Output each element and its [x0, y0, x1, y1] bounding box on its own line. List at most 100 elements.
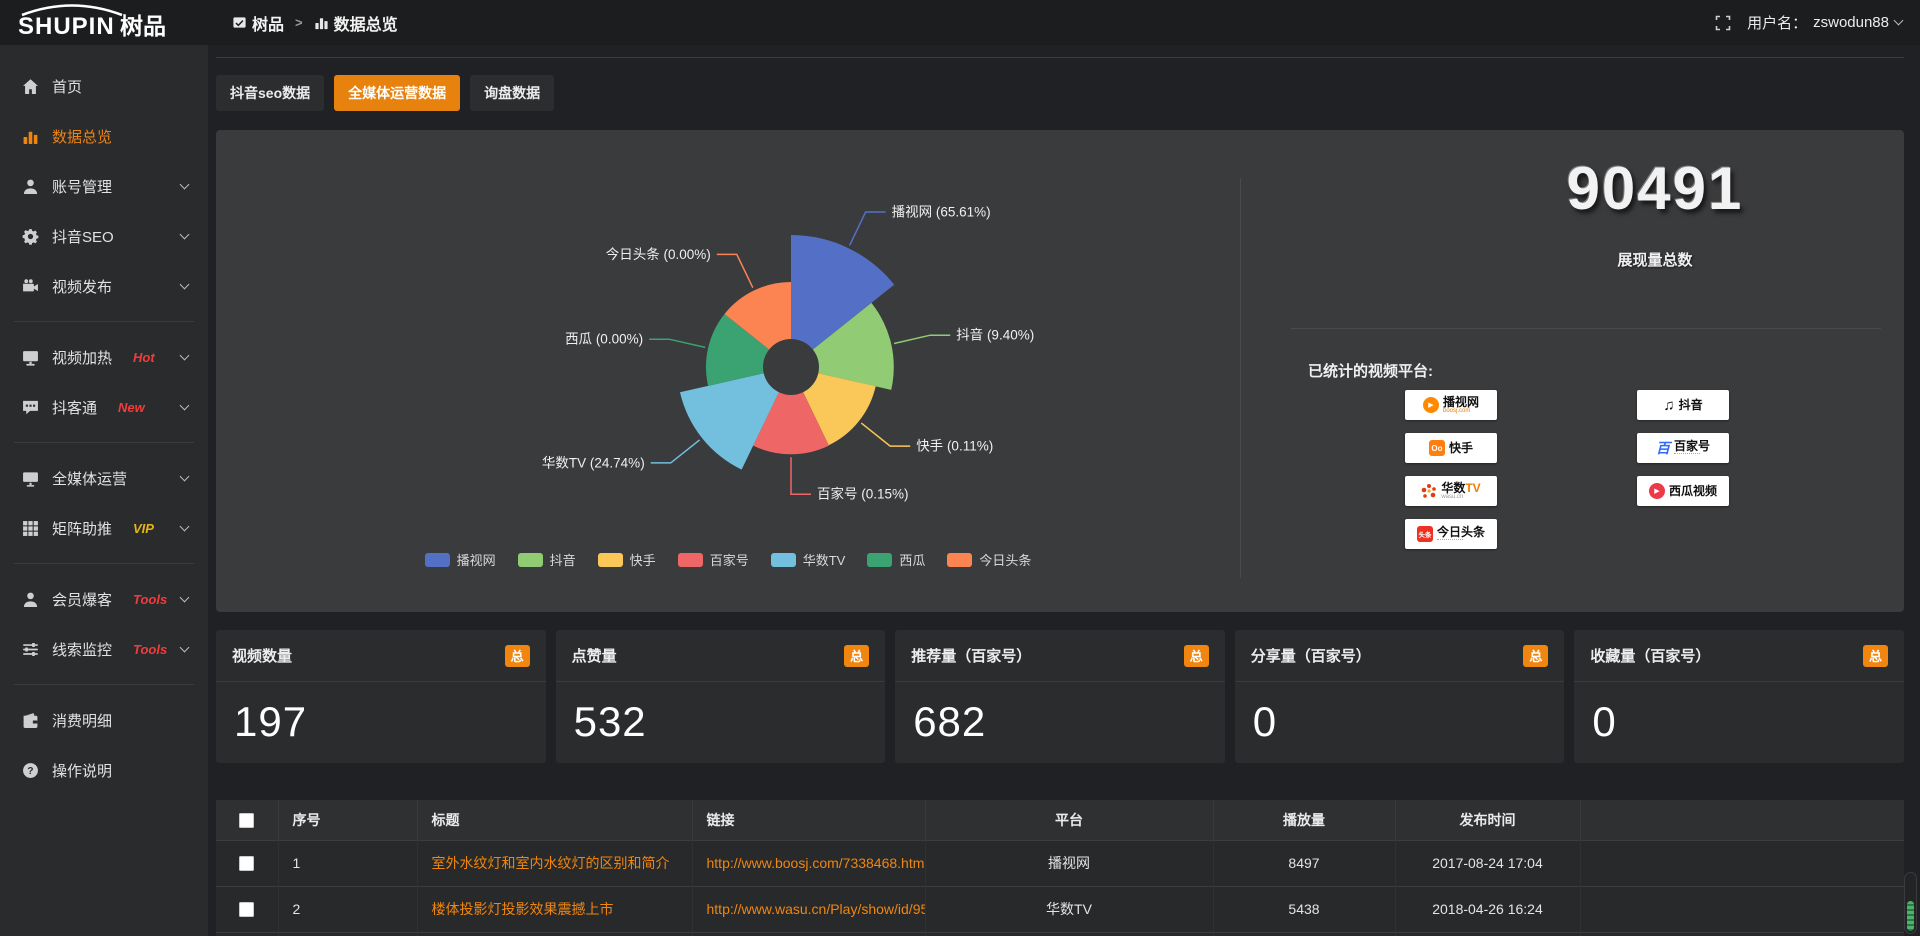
logo-text-en: SHUPIN	[18, 13, 115, 40]
fullscreen-icon[interactable]	[1715, 15, 1731, 31]
platform-subtext: wasu.cn	[1441, 494, 1463, 500]
sidebar-item-badge: Hot	[133, 350, 155, 365]
legend-item-5[interactable]: 西瓜	[867, 550, 925, 569]
stat-card-1: 点赞量总532	[556, 630, 886, 763]
video-title-link[interactable]: 室外水纹灯和室内水纹灯的区别和简介	[432, 855, 670, 871]
sidebar-item-2[interactable]: 账号管理	[0, 161, 208, 211]
platform-tagline	[1437, 539, 1463, 542]
home-icon	[22, 78, 39, 95]
breadcrumb-item-current[interactable]: 数据总览	[314, 11, 398, 35]
breadcrumb-item-home[interactable]: 树品	[232, 11, 284, 35]
row-select-cell	[216, 886, 278, 932]
row-select-cell	[216, 840, 278, 886]
sidebar-item-1[interactable]: 数据总览	[0, 111, 208, 161]
logo-graphic: SHUPIN 树品	[14, 3, 196, 43]
sidebar-item-6[interactable]: 视频加热 Hot	[0, 332, 208, 382]
legend-item-6[interactable]: 今日头条	[947, 550, 1031, 569]
stat-card-value: 532	[556, 682, 886, 746]
sidebar-item-label: 全媒体运营	[52, 468, 127, 489]
pie-label: 快手 (0.11%)	[916, 439, 993, 454]
platform-badge-text: 快手	[1449, 439, 1473, 457]
row-checkbox[interactable]	[239, 856, 254, 871]
total-badge: 总	[1863, 645, 1888, 667]
user-icon	[22, 178, 39, 195]
scrollbar-thumb[interactable]	[1907, 901, 1914, 931]
legend-item-4[interactable]: 华数TV	[771, 550, 846, 569]
table-header-row: 序号标题链接平台播放量发布时间	[216, 800, 1904, 840]
chart-legend: 播视网 抖音 快手 百家号 华数TV 西瓜 今日头条	[216, 550, 1240, 569]
pie-label-line	[850, 212, 886, 245]
legend-item-3[interactable]: 百家号	[678, 550, 749, 569]
sidebar-item-badge: Tools	[133, 642, 167, 657]
video-url-link[interactable]: http://www.wasu.cn/Play/show/id/952...	[707, 901, 926, 917]
sidebar-item-12[interactable]: 会员爆客Tools	[0, 574, 208, 624]
wasu-logo-icon	[1421, 483, 1437, 499]
total-impressions-label: 展现量总数	[1420, 249, 1890, 270]
legend-item-0[interactable]: 播视网	[425, 550, 496, 569]
baijiahao-logo-icon: 百	[1656, 438, 1670, 458]
stat-card-value: 682	[895, 682, 1225, 746]
sidebar-item-9[interactable]: 全媒体运营	[0, 453, 208, 503]
sidebar-item-4[interactable]: 视频发布	[0, 261, 208, 311]
platform-badge-text: 百家号	[1674, 440, 1710, 456]
sidebar-item-label: 视频加热	[52, 347, 112, 368]
video-title-link[interactable]: 楼体投影灯投影效果震撼上市	[432, 901, 614, 917]
legend-item-1[interactable]: 抖音	[518, 550, 576, 569]
platform-badge-column-right: ♫抖音百百家号▶西瓜视频	[1637, 390, 1729, 506]
stat-card-4: 收藏量（百家号）总0	[1574, 630, 1904, 763]
select-all-checkbox[interactable]	[239, 813, 254, 828]
video-url-link-cell: http://www.boosj.com/7338468.html	[692, 840, 925, 886]
boosj-logo-icon: ▶	[1423, 397, 1439, 413]
row-publish-time: 2017-08-24 17:04	[1432, 855, 1543, 871]
sidebar-item-13[interactable]: 线索监控 Tools	[0, 624, 208, 674]
chevron-down-icon	[180, 592, 190, 602]
sidebar-item-label: 首页	[52, 76, 82, 97]
user-menu[interactable]: 用户名：zswodun88	[1747, 12, 1902, 33]
sidebar-item-7[interactable]: 抖客通New	[0, 382, 208, 432]
table-row-1: 2楼体投影灯投影效果震撼上市http://www.wasu.cn/Play/sh…	[216, 886, 1904, 932]
platform-badge-toutiao: 头条今日头条	[1405, 519, 1497, 549]
username-value: zswodun88	[1813, 14, 1889, 31]
platform-badge-text: 华数TVwasu.cn	[1441, 482, 1480, 501]
platform-name-suffix: TV	[1465, 481, 1480, 495]
tab-0[interactable]: 抖音seo数据	[216, 75, 324, 111]
sidebar-item-label: 线索监控	[52, 639, 112, 660]
legend-item-2[interactable]: 快手	[598, 550, 656, 569]
stub-cell	[1580, 932, 1904, 936]
sidebar-item-15[interactable]: 消费明细	[0, 695, 208, 745]
breadcrumb-label: 数据总览	[334, 11, 398, 35]
sidebar-item-0[interactable]: 首页	[0, 61, 208, 111]
sidebar-item-16[interactable]: ?操作说明	[0, 745, 208, 795]
tab-2[interactable]: 询盘数据	[470, 75, 554, 111]
chevron-down-icon	[180, 471, 190, 481]
sidebar-divider	[14, 321, 194, 322]
monitor-icon	[22, 470, 39, 487]
platform-name: 快手	[1449, 441, 1473, 455]
row-platform: 华数TV	[1046, 901, 1092, 917]
row-checkbox[interactable]	[239, 902, 254, 917]
sidebar-item-badge: New	[118, 400, 145, 415]
screen-icon	[22, 349, 39, 366]
legend-label: 华数TV	[803, 550, 846, 569]
table-header-5: 发布时间	[1395, 800, 1580, 840]
stub-cell	[216, 932, 278, 936]
video-url-link[interactable]: http://www.boosj.com/7338468.html	[707, 855, 926, 871]
legend-label: 西瓜	[899, 550, 925, 569]
sidebar-item-3[interactable]: 抖音SEO	[0, 211, 208, 261]
sidebar-item-10[interactable]: 矩阵助推VIP	[0, 503, 208, 553]
sliders-icon	[22, 641, 39, 658]
pie-center-hole	[763, 339, 819, 395]
row-platform-cell: 播视网	[925, 840, 1213, 886]
sidebar-item-label: 会员爆客	[52, 589, 112, 610]
scrollbar[interactable]	[1904, 872, 1917, 934]
total-badge: 总	[505, 645, 530, 667]
tab-1[interactable]: 全媒体运营数据	[334, 75, 460, 111]
table-header-1: 标题	[417, 800, 692, 840]
row-plays-cell: 8497	[1213, 840, 1395, 886]
total-badge: 总	[844, 645, 869, 667]
app-logo[interactable]: SHUPIN 树品	[0, 3, 208, 43]
platform-subtext: boosj.com	[1443, 408, 1470, 414]
video-title-link-cell: 室外水纹灯和室内水纹灯的区别和简介	[417, 840, 692, 886]
legend-swatch	[425, 553, 450, 567]
bar-chart-icon	[22, 128, 39, 145]
